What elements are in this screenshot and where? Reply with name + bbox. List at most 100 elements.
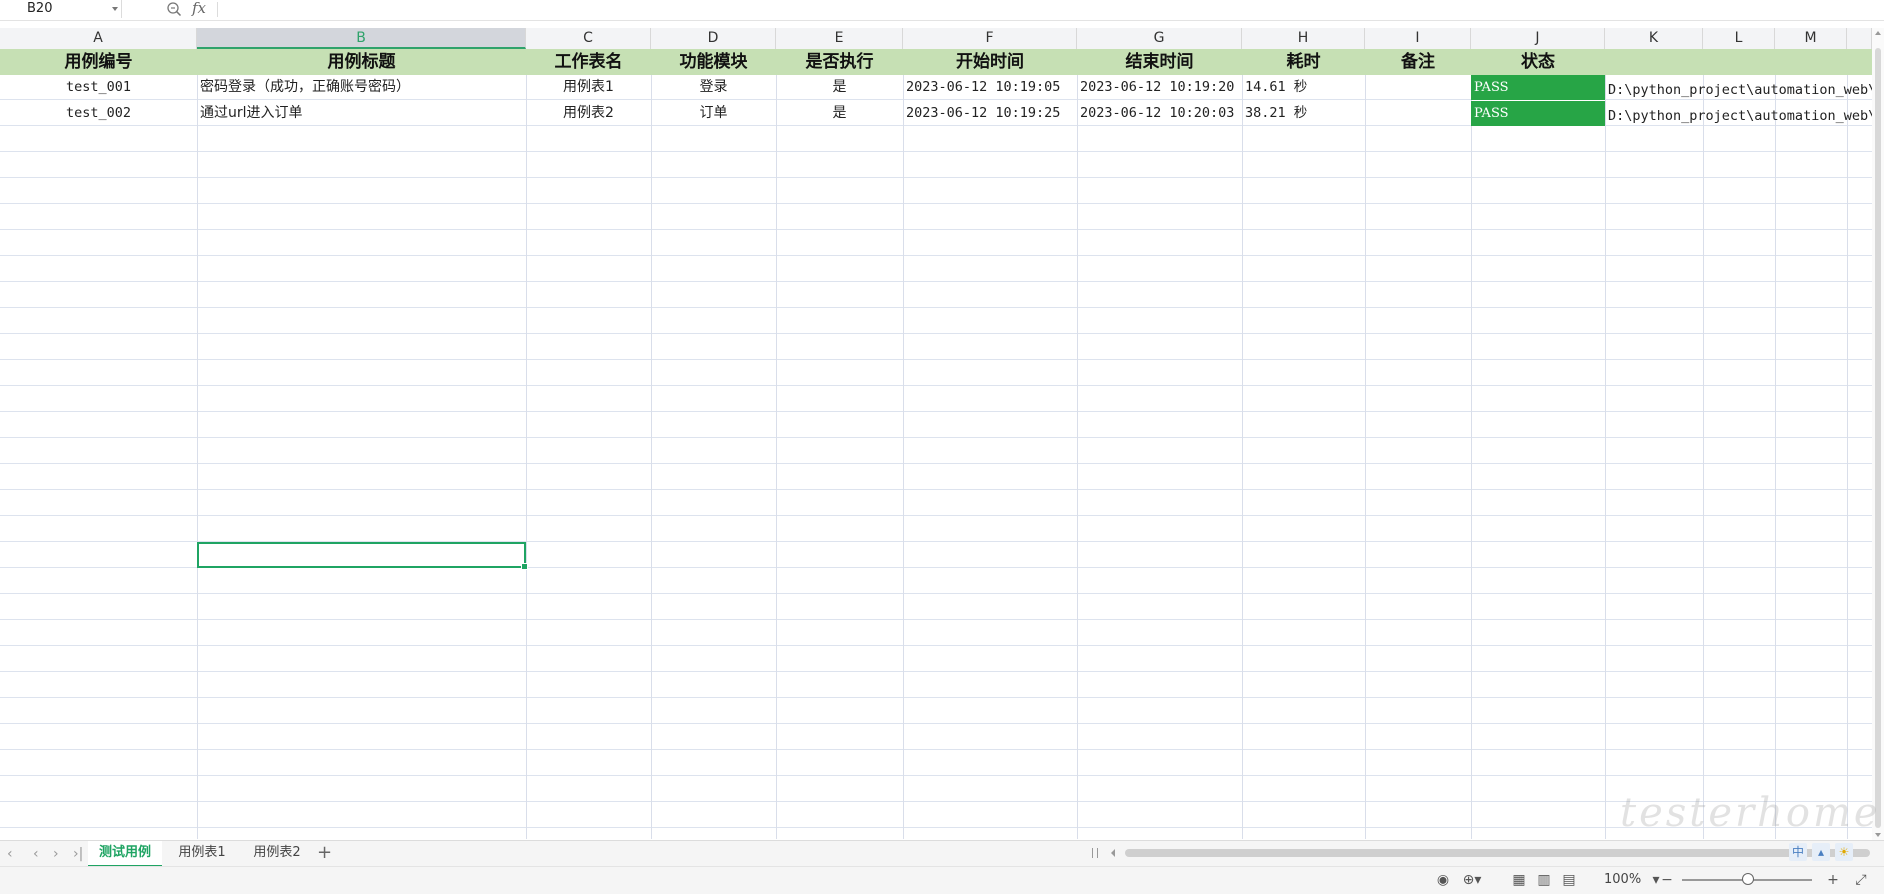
cell-start-time[interactable]: 2023-06-12 10:19:25 [903, 101, 1077, 126]
scroll-down-icon[interactable] [1875, 833, 1881, 837]
normal-view-icon[interactable]: ▦ [1510, 872, 1528, 888]
column-header-c[interactable]: C [526, 28, 651, 49]
tab-sheet-1[interactable]: 用例表1 [165, 841, 239, 865]
scroll-thumb[interactable] [1125, 849, 1870, 857]
horizontal-scrollbar[interactable] [1090, 845, 1874, 861]
scroll-up-icon[interactable] [1875, 31, 1881, 35]
cell-id[interactable]: test_002 [0, 101, 197, 126]
zoom-in-icon[interactable]: + [1826, 872, 1840, 888]
zoom-level[interactable]: 100% [1604, 872, 1641, 887]
header-cell-sheet[interactable]: 工作表名 [526, 49, 651, 75]
fill-handle[interactable] [521, 563, 528, 570]
cell-title[interactable]: 通过url进入订单 [197, 101, 526, 126]
gridline [197, 49, 198, 839]
split-handle-icon[interactable] [1092, 848, 1098, 858]
tab-test-cases[interactable]: 测试用例 [88, 841, 162, 867]
gridline [1077, 49, 1078, 839]
add-sheet-icon[interactable]: + [317, 842, 332, 864]
scroll-left-icon[interactable] [1111, 849, 1115, 857]
function-icon[interactable]: fx [192, 0, 206, 17]
gridline [526, 49, 527, 839]
spreadsheet-grid[interactable]: 用例编号 用例标题 工作表名 功能模块 是否执行 开始时间 结束时间 耗时 备注… [0, 49, 1872, 839]
ime-icon[interactable]: 中 [1789, 843, 1807, 861]
zoom-out-icon[interactable]: − [1660, 872, 1674, 888]
column-header-j[interactable]: J [1471, 28, 1605, 49]
column-header-g[interactable]: G [1077, 28, 1242, 49]
cell-execute[interactable]: 是 [776, 75, 903, 100]
cell-duration[interactable]: 14.61 秒 [1242, 75, 1365, 100]
column-header-m[interactable]: M [1775, 28, 1847, 49]
zoom-icon[interactable] [166, 1, 182, 17]
gridline [1703, 49, 1704, 839]
shirt-icon[interactable]: ▴ [1812, 843, 1830, 861]
table-row: test_002 通过url进入订单 用例表2 订单 是 2023-06-12 … [0, 101, 1872, 126]
header-cell-status[interactable]: 状态 [1471, 49, 1605, 75]
cell-start-time[interactable]: 2023-06-12 10:19:05 [903, 75, 1077, 100]
name-box-value: B20 [27, 1, 53, 16]
cell-module[interactable]: 订单 [651, 101, 776, 126]
zoom-slider-handle[interactable] [1742, 873, 1754, 885]
center-layout-icon[interactable]: ⊕▾ [1459, 872, 1485, 888]
header-cell-duration[interactable]: 耗时 [1242, 49, 1365, 75]
gridline [1605, 49, 1606, 839]
column-header-h[interactable]: H [1242, 28, 1365, 49]
gridline [1847, 49, 1848, 839]
cell-remark[interactable] [1365, 75, 1471, 100]
cell-path[interactable]: D:\python_project\automation_web\ [1605, 78, 1872, 103]
tab-sheet-2[interactable]: 用例表2 [240, 841, 314, 865]
cell-duration[interactable]: 38.21 秒 [1242, 101, 1365, 126]
cell-status-pass[interactable]: PASS [1471, 75, 1605, 100]
prev-sheet-icon[interactable]: ‹ [33, 846, 39, 862]
cell-end-time[interactable]: 2023-06-12 10:20:03 [1077, 101, 1242, 126]
header-cell-module[interactable]: 功能模块 [651, 49, 776, 75]
last-sheet-icon[interactable]: ›| [73, 846, 83, 862]
status-bar: ◉ ⊕▾ ▦ ▥ ▤ 100% ▾ − + ⤢ [0, 866, 1884, 894]
table-row: test_001 密码登录（成功，正确账号密码） 用例表1 登录 是 2023-… [0, 75, 1872, 100]
gridline [903, 49, 904, 839]
column-header-k[interactable]: K [1605, 28, 1703, 49]
cell-remark[interactable] [1365, 101, 1471, 126]
cell-id[interactable]: test_001 [0, 75, 197, 100]
cell-status-pass[interactable]: PASS [1471, 101, 1605, 126]
gridline [1471, 49, 1472, 839]
cell-end-time[interactable]: 2023-06-12 10:19:20 [1077, 75, 1242, 100]
header-cell-execute[interactable]: 是否执行 [776, 49, 903, 75]
name-box[interactable]: B20 [0, 0, 122, 18]
column-header-b[interactable]: B [197, 28, 526, 49]
column-header-i[interactable]: I [1365, 28, 1471, 49]
column-header-d[interactable]: D [651, 28, 776, 49]
header-cell-end[interactable]: 结束时间 [1077, 49, 1242, 75]
page-break-icon[interactable]: ▤ [1560, 872, 1578, 888]
cell-sheet[interactable]: 用例表2 [526, 101, 651, 126]
fullscreen-icon[interactable]: ⤢ [1852, 872, 1870, 888]
column-header-l[interactable]: L [1703, 28, 1775, 49]
column-header-f[interactable]: F [903, 28, 1077, 49]
column-header-a[interactable]: A [0, 28, 197, 49]
header-row: 用例编号 用例标题 工作表名 功能模块 是否执行 开始时间 结束时间 耗时 备注… [0, 49, 1872, 75]
first-sheet-icon[interactable]: ‹ [7, 846, 13, 862]
cell-path[interactable]: D:\python_project\automation_web\ [1605, 104, 1872, 129]
formula-bar: B20 fx [0, 0, 1884, 21]
header-cell-remark[interactable]: 备注 [1365, 49, 1471, 75]
scroll-thumb[interactable] [1875, 48, 1881, 828]
gridline [651, 49, 652, 839]
header-cell-title[interactable]: 用例标题 [197, 49, 526, 75]
cell-sheet[interactable]: 用例表1 [526, 75, 651, 100]
lightbulb-icon[interactable]: ☀ [1835, 843, 1853, 861]
header-cell-id[interactable]: 用例编号 [0, 49, 197, 75]
column-header-n[interactable] [1847, 28, 1872, 49]
gridline [1775, 49, 1776, 839]
gridline [1242, 49, 1243, 839]
header-cell-start[interactable]: 开始时间 [903, 49, 1077, 75]
page-layout-icon[interactable]: ▥ [1535, 872, 1553, 888]
formula-input[interactable] [222, 0, 1872, 18]
cell-module[interactable]: 登录 [651, 75, 776, 100]
cell-title[interactable]: 密码登录（成功，正确账号密码） [197, 75, 526, 100]
eye-icon[interactable]: ◉ [1434, 872, 1452, 888]
vertical-scrollbar[interactable] [1872, 28, 1884, 840]
selected-cell-b20[interactable] [197, 542, 528, 570]
next-sheet-icon[interactable]: › [53, 846, 59, 862]
cell-execute[interactable]: 是 [776, 101, 903, 126]
column-header-e[interactable]: E [776, 28, 903, 49]
chevron-down-icon[interactable] [112, 7, 118, 11]
